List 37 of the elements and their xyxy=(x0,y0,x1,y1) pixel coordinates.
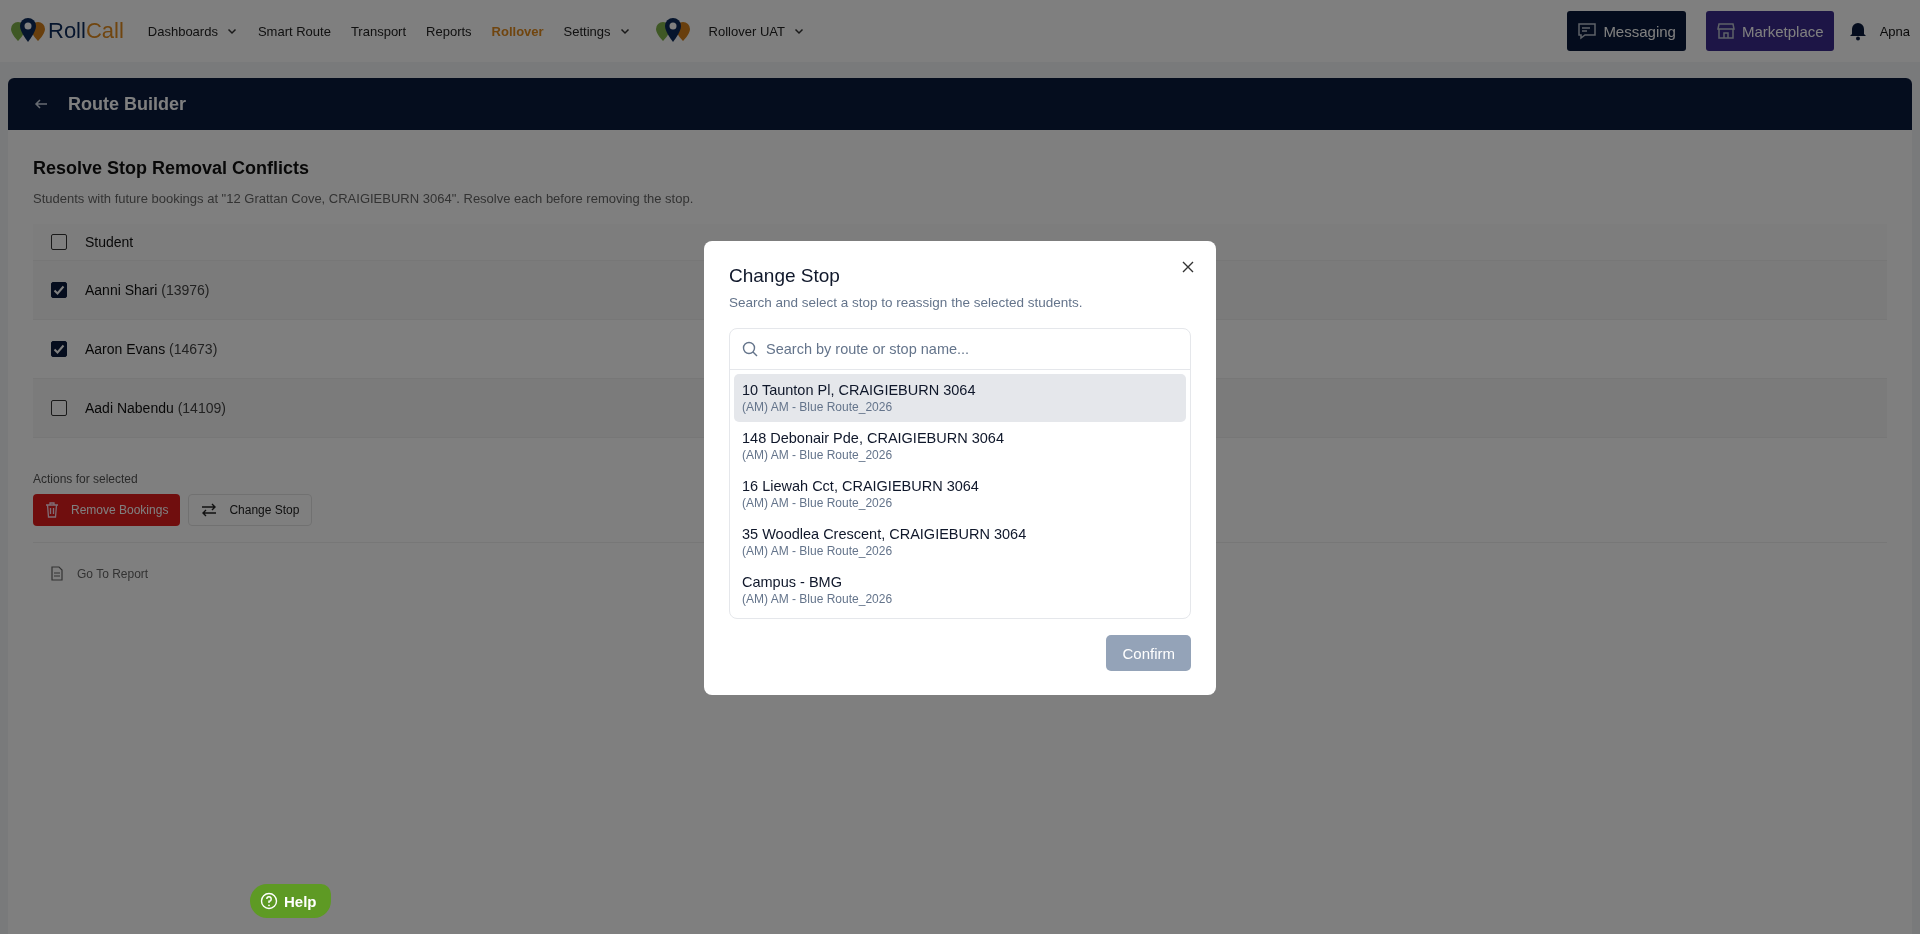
student-name: Aaron Evans (14673) xyxy=(85,341,218,357)
nav-item[interactable]: Transport xyxy=(340,16,417,46)
column-header: Student xyxy=(85,234,134,250)
checkbox[interactable] xyxy=(51,341,67,357)
search-icon xyxy=(742,341,758,357)
marketplace-button[interactable]: Marketplace xyxy=(1705,11,1834,51)
page-title: Route Builder xyxy=(68,93,186,115)
swap-arrows-icon xyxy=(201,503,218,517)
messaging-button[interactable]: Messaging xyxy=(1567,11,1686,51)
workspace-dropdown[interactable]: Rollover UAT xyxy=(698,16,815,46)
storefront-icon xyxy=(1715,21,1736,41)
logo-text[interactable]: RollCall xyxy=(48,18,124,44)
document-icon xyxy=(51,566,63,581)
chat-icon xyxy=(1577,21,1598,41)
user-name[interactable]: Apna xyxy=(1879,23,1910,39)
nav-item[interactable]: Smart Route xyxy=(247,16,341,46)
section-heading: Resolve Stop Removal Conflicts xyxy=(33,158,311,179)
help-button[interactable]: Help xyxy=(250,884,331,918)
question-circle-icon xyxy=(260,892,278,910)
dialog-subtitle: Search and select a stop to reassign the selected students. xyxy=(729,295,1084,310)
nav-item[interactable]: Reports xyxy=(416,16,482,46)
trash-icon xyxy=(45,502,59,518)
checkbox[interactable] xyxy=(51,282,67,298)
section-description: Students with future bookings at "12 Grattan Cove, CRAIGIEBURN 3064". Resolve each before removing the stop. xyxy=(33,191,695,206)
nav-item[interactable]: Dashboards xyxy=(137,16,248,46)
change-stop-button[interactable]: Change Stop xyxy=(188,494,313,526)
checkbox[interactable] xyxy=(51,234,67,250)
student-name: Aadi Nabendu (14109) xyxy=(85,400,226,416)
checkbox[interactable] xyxy=(51,400,67,416)
back-arrow-icon[interactable] xyxy=(34,97,48,111)
go-to-report-link[interactable]: Go To Report xyxy=(45,565,155,582)
student-name: Aanni Shari (13976) xyxy=(85,282,210,298)
remove-bookings-button[interactable]: Remove Bookings xyxy=(33,494,181,526)
nav-item[interactable]: Settings xyxy=(553,16,641,46)
stop-option[interactable]: 10 Taunton Pl, CRAIGIEBURN 3064 (AM) AM - Blue Route_2026 xyxy=(734,374,1186,422)
actions-label: Actions for selected xyxy=(33,472,138,486)
dialog-title: Change Stop xyxy=(729,265,841,287)
